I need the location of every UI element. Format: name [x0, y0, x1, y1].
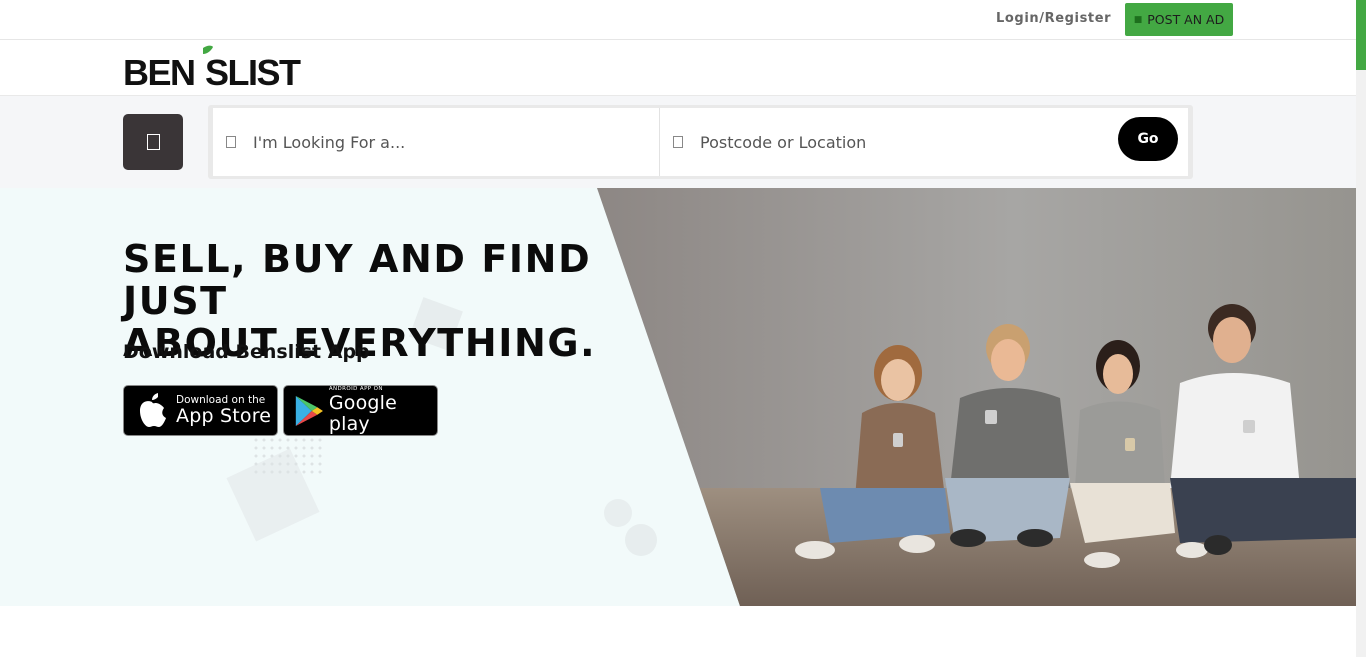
plus-icon: ■ — [1133, 14, 1143, 25]
menu-icon — [146, 134, 160, 150]
location-field: Go — [660, 108, 1188, 176]
post-ad-label: POST AN AD — [1147, 12, 1225, 27]
app-store-small-text: Download on the — [176, 393, 266, 406]
go-button[interactable]: Go — [1118, 117, 1178, 161]
post-ad-button[interactable]: ■ POST AN AD — [1125, 3, 1233, 36]
page-scrollbar[interactable] — [1356, 0, 1366, 657]
search-form: Go — [208, 105, 1193, 179]
location-input[interactable] — [700, 132, 1040, 152]
category-menu-button[interactable] — [123, 114, 183, 170]
hero-banner: SELL, BUY AND FIND JUST ABOUT EVERYTHING… — [0, 188, 1356, 606]
scrollbar-thumb[interactable] — [1356, 0, 1366, 70]
app-store-badge[interactable]: Download on the App Store — [123, 385, 278, 436]
search-band: Go — [0, 96, 1356, 188]
top-utility-bar: Login/Register ■ POST AN AD — [0, 0, 1356, 40]
hero-subheading: Download Benslist App — [123, 341, 370, 363]
search-icon — [226, 136, 236, 148]
benslist-logo[interactable]: BEN SLIST — [123, 45, 303, 89]
location-pin-icon — [673, 136, 683, 148]
login-register-link[interactable]: Login/Register — [996, 11, 1111, 26]
google-play-text: ANDROID APP ON Google play — [329, 386, 437, 435]
logo-text-right: SLIST — [205, 52, 301, 89]
keyword-input[interactable] — [253, 132, 593, 152]
app-store-big-text: App Store — [176, 404, 272, 427]
keyword-field — [213, 108, 660, 176]
logo-row: BEN SLIST — [0, 40, 1356, 96]
google-play-icon — [295, 395, 323, 426]
search-fields: Go — [213, 108, 1188, 176]
google-play-badge[interactable]: ANDROID APP ON Google play — [283, 385, 438, 436]
app-store-text: Download on the App Store — [176, 393, 272, 427]
google-play-big-text: Google play — [328, 392, 398, 435]
hero-headline-line1: SELL, BUY AND FIND JUST — [123, 237, 592, 323]
apple-icon — [140, 392, 166, 427]
logo-text-left: BEN — [123, 52, 195, 89]
